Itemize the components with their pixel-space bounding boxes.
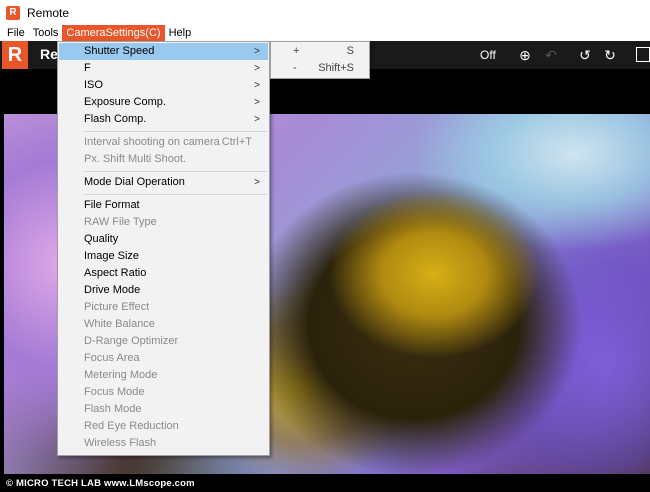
menu-camera-settings[interactable]: CameraSettings(C)	[62, 25, 165, 41]
menu-help[interactable]: Help	[165, 25, 196, 41]
menu-item-aspect-ratio[interactable]: Aspect Ratio	[59, 265, 268, 282]
undo-icon[interactable]: ↶	[543, 47, 559, 63]
menu-item-flash-mode: Flash Mode	[84, 403, 142, 415]
menu-tools[interactable]: Tools	[29, 25, 63, 41]
menu-item-drive-mode[interactable]: Drive Mode	[59, 282, 268, 299]
menu-separator	[84, 194, 267, 195]
menu-item-exposure-comp[interactable]: Exposure Comp. >	[59, 94, 268, 111]
menu-file[interactable]: File	[3, 25, 29, 41]
app-label: Re	[40, 46, 58, 62]
remote-app-icon: R	[6, 5, 20, 20]
menu-item-d-range-optimizer: D-Range Optimizer	[84, 335, 179, 347]
menu-separator	[84, 131, 267, 132]
chevron-right-icon: >	[254, 80, 260, 91]
menu-item-quality[interactable]: Quality	[59, 231, 268, 248]
chevron-right-icon: >	[254, 63, 260, 74]
rotate-left-icon[interactable]: ↺	[577, 47, 593, 63]
menu-item-file-format[interactable]: File Format	[59, 197, 268, 214]
menu-item-white-balance: White Balance	[84, 318, 155, 330]
chevron-right-icon: >	[254, 177, 260, 188]
menu-item-focus-area: Focus Area	[84, 352, 140, 364]
menu-item-px-shift: Px. Shift Multi Shoot.	[84, 153, 187, 165]
menu-item-red-eye-reduction: Red Eye Reduction	[84, 420, 179, 432]
chevron-right-icon: >	[254, 46, 260, 57]
chevron-right-icon: >	[254, 97, 260, 108]
menu-item-wireless-flash: Wireless Flash	[84, 437, 157, 449]
window-icon[interactable]	[636, 47, 650, 62]
menu-item-picture-effect: Picture Effect	[84, 301, 150, 313]
live-view-off-toggle[interactable]: Off	[480, 48, 496, 62]
logo: R	[2, 41, 28, 69]
window-title: Remote	[27, 5, 70, 20]
menu-item-iso[interactable]: ISO >	[59, 77, 268, 94]
menu-item-raw-file-type: RAW File Type	[84, 216, 157, 228]
camera-settings-menu: Shutter Speed > F > ISO > Exposure Comp. > F…	[57, 41, 270, 456]
rotate-right-icon[interactable]: ↻	[602, 47, 618, 63]
title-bar: R Remote	[0, 0, 650, 25]
menu-item-shutter-speed[interactable]: Shutter Speed >	[59, 43, 268, 60]
menu-item-f[interactable]: F >	[59, 60, 268, 77]
menu-separator	[84, 171, 267, 172]
zoom-in-icon[interactable]: ⊕	[517, 47, 533, 63]
submenu-item-increase[interactable]: + S	[272, 43, 368, 60]
menu-item-interval-shooting: Interval shooting on camera Ctrl+T	[84, 136, 252, 148]
watermark: © MICRO TECH LAB www.LMscope.com	[6, 478, 195, 489]
menu-bar: File Tools CameraSettings(C) Help	[0, 25, 650, 41]
menu-item-focus-mode: Focus Mode	[84, 386, 145, 398]
chevron-right-icon: >	[254, 114, 260, 125]
menu-item-mode-dial[interactable]: Mode Dial Operation >	[59, 174, 268, 191]
menu-item-flash-comp[interactable]: Flash Comp. >	[59, 111, 268, 128]
menu-item-metering-mode: Metering Mode	[84, 369, 158, 381]
submenu-item-decrease[interactable]: - Shift+S	[272, 60, 368, 77]
menu-item-image-size[interactable]: Image Size	[59, 248, 268, 265]
shutter-speed-submenu: + S - Shift+S	[270, 41, 370, 79]
